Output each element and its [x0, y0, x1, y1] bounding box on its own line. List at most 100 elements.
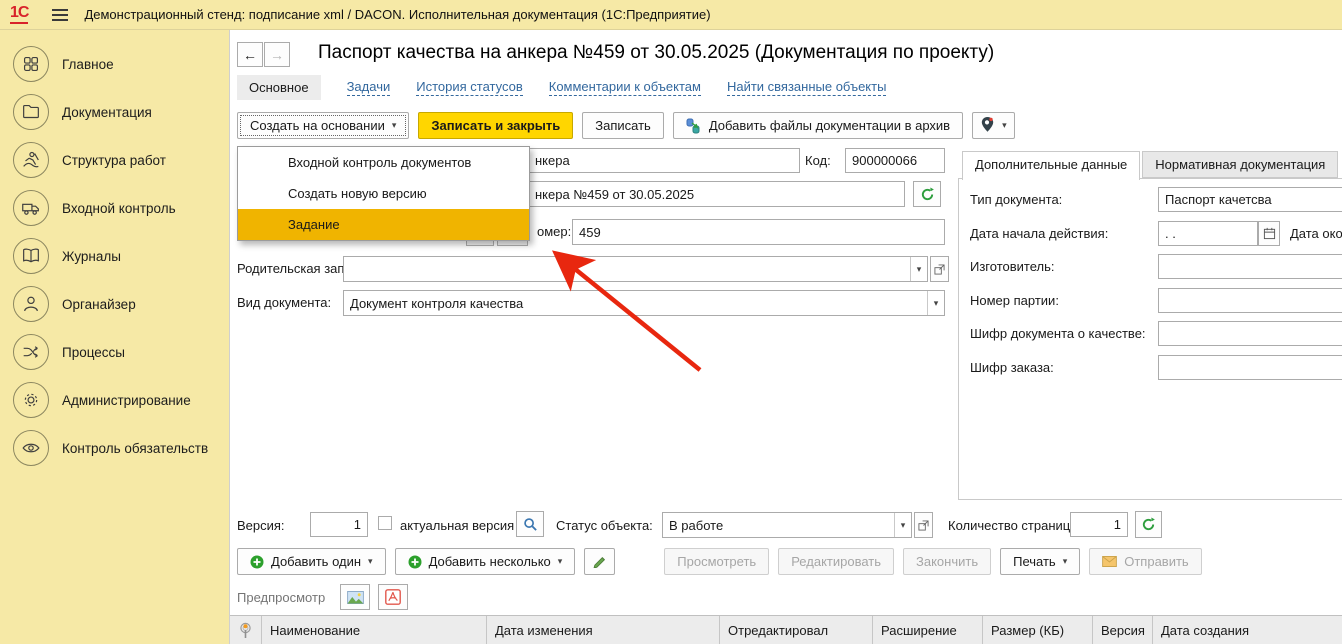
- sidebar-item-main[interactable]: Главное: [0, 40, 230, 88]
- code-input[interactable]: 900000066: [845, 148, 945, 173]
- eye-icon: [13, 430, 49, 466]
- column-header-extension[interactable]: Расширение: [873, 616, 983, 644]
- add-files-to-archive-button[interactable]: Добавить файлы документации в архив: [673, 112, 963, 139]
- sidebar-item-documentation[interactable]: Документация: [0, 88, 230, 136]
- sidebar-item-label: Контроль обязательств: [62, 441, 208, 456]
- tab-object-comments[interactable]: Комментарии к объектам: [549, 79, 701, 96]
- image-icon: [347, 591, 364, 604]
- start-date-input[interactable]: . .: [1158, 221, 1258, 246]
- save-button[interactable]: Записать: [582, 112, 664, 139]
- construction-icon: [13, 142, 49, 178]
- sidebar-item-label: Процессы: [62, 345, 125, 360]
- order-code-input[interactable]: [1158, 355, 1342, 380]
- tab-tasks[interactable]: Задачи: [347, 79, 391, 96]
- doc-type-input[interactable]: Паспорт качетсва: [1158, 187, 1342, 212]
- actual-version-checkbox[interactable]: [378, 516, 392, 530]
- edit-pencil-button[interactable]: [584, 548, 615, 575]
- sidebar-item-label: Входной контроль: [62, 201, 176, 216]
- edit-button[interactable]: Редактировать: [778, 548, 894, 575]
- object-status-combo[interactable]: В работе ▾: [662, 512, 912, 538]
- code-label: Код:: [805, 153, 831, 168]
- main-menu-icon[interactable]: [52, 9, 68, 21]
- sidebar-item-incoming-control[interactable]: Входной контроль: [0, 184, 230, 232]
- chevron-down-icon: ▾: [558, 556, 563, 567]
- number-label: омер:: [537, 224, 571, 239]
- page-title: Паспорт качества на анкера №459 от 30.05…: [318, 42, 994, 64]
- refresh-pages-button[interactable]: [1135, 511, 1162, 538]
- save-and-close-button[interactable]: Записать и закрыть: [418, 112, 573, 139]
- tab-status-history[interactable]: История статусов: [416, 79, 523, 96]
- tab-main[interactable]: Основное: [237, 75, 321, 100]
- chevron-down-icon[interactable]: ▾: [910, 257, 927, 281]
- menu-item-task[interactable]: Задание: [238, 209, 529, 240]
- object-status-label: Статус объекта:: [556, 518, 653, 533]
- window-title: Демонстрационный стенд: подписание xml /…: [84, 7, 710, 22]
- tab-find-related[interactable]: Найти связанные объекты: [727, 79, 886, 96]
- archive-database-icon: [686, 118, 702, 134]
- sidebar-item-work-structure[interactable]: Структура работ: [0, 136, 230, 184]
- column-header-modified-date[interactable]: Дата изменения: [487, 616, 720, 644]
- menu-item-incoming-control[interactable]: Входной контроль документов: [238, 147, 529, 178]
- column-header-created-date[interactable]: Дата создания: [1153, 616, 1342, 644]
- column-header-size[interactable]: Размер (КБ): [983, 616, 1093, 644]
- send-button[interactable]: Отправить: [1089, 548, 1201, 575]
- chevron-down-icon[interactable]: ▾: [927, 291, 944, 315]
- page-tabs: Основное Задачи История статусов Коммент…: [237, 74, 886, 101]
- sidebar-item-obligations-control[interactable]: Контроль обязательств: [0, 424, 230, 472]
- menu-item-new-version[interactable]: Создать новую версию: [238, 178, 529, 209]
- forward-button[interactable]: →: [264, 42, 290, 67]
- column-header-name[interactable]: Наименование: [262, 616, 487, 644]
- quality-doc-code-input[interactable]: [1158, 321, 1342, 346]
- add-many-button[interactable]: Добавить несколько▾: [395, 548, 576, 575]
- document-kind-combo[interactable]: Документ контроля качества ▾: [343, 290, 945, 316]
- number-input[interactable]: 459: [572, 219, 945, 245]
- sidebar-item-processes[interactable]: Процессы: [0, 328, 230, 376]
- column-header-edited-by[interactable]: Отредактировал: [720, 616, 873, 644]
- refresh-icon: [1141, 517, 1156, 532]
- refresh-name-button[interactable]: [913, 181, 941, 207]
- add-icon: [408, 555, 422, 569]
- tab-additional-data[interactable]: Дополнительные данные: [962, 151, 1140, 180]
- create-based-on-button[interactable]: Создать на основании▾: [237, 112, 409, 139]
- sidebar-item-organizer[interactable]: Органайзер: [0, 280, 230, 328]
- pin-column-header[interactable]: [230, 616, 262, 644]
- image-preview-button[interactable]: [340, 584, 370, 610]
- tab-normative-docs[interactable]: Нормативная документация: [1142, 151, 1338, 178]
- pdf-preview-button[interactable]: [378, 584, 408, 610]
- add-one-button[interactable]: Добавить один▾: [237, 548, 386, 575]
- calendar-button[interactable]: [1258, 221, 1280, 246]
- sidebar-item-label: Главное: [62, 57, 114, 72]
- search-version-button[interactable]: [516, 511, 544, 537]
- name-input[interactable]: нкера: [528, 148, 800, 173]
- preview-label: Предпросмотр: [237, 590, 325, 605]
- quality-doc-code-label: Шифр документа о качестве:: [970, 326, 1146, 341]
- toolbar: Создать на основании▾ Записать и закрыть…: [237, 112, 1015, 139]
- view-button[interactable]: Просмотреть: [664, 548, 769, 575]
- back-button[interactable]: ←: [237, 42, 263, 67]
- full-name-input[interactable]: нкера №459 от 30.05.2025: [528, 181, 905, 207]
- actual-version-label: актуальная версия: [400, 518, 514, 533]
- object-status-open-button[interactable]: [914, 512, 933, 538]
- location-pin-icon: [980, 116, 995, 136]
- file-actions-toolbar: Добавить один▾ Добавить несколько▾ Просм…: [237, 548, 1202, 575]
- manufacturer-input[interactable]: [1158, 254, 1342, 279]
- column-header-version[interactable]: Версия: [1093, 616, 1153, 644]
- finish-button[interactable]: Закончить: [903, 548, 991, 575]
- batch-number-input[interactable]: [1158, 288, 1342, 313]
- sidebar-item-administration[interactable]: Администрирование: [0, 376, 230, 424]
- parent-record-combo[interactable]: ▾: [343, 256, 928, 282]
- manufacturer-label: Изготовитель:: [970, 259, 1055, 274]
- version-input[interactable]: 1: [310, 512, 368, 537]
- chevron-down-icon: ▾: [368, 556, 373, 567]
- person-icon: [13, 286, 49, 322]
- version-label: Версия:: [237, 518, 285, 533]
- pages-count-input[interactable]: 1: [1070, 512, 1128, 537]
- sidebar-item-journals[interactable]: Журналы: [0, 232, 230, 280]
- chevron-down-icon[interactable]: ▾: [894, 513, 911, 537]
- set-status-button[interactable]: ▾: [972, 112, 1015, 139]
- print-button[interactable]: Печать▾: [1000, 548, 1080, 575]
- parent-record-open-button[interactable]: [930, 256, 949, 282]
- calendar-icon: [1263, 227, 1276, 240]
- add-icon: [250, 555, 264, 569]
- sidebar-item-label: Журналы: [62, 249, 121, 264]
